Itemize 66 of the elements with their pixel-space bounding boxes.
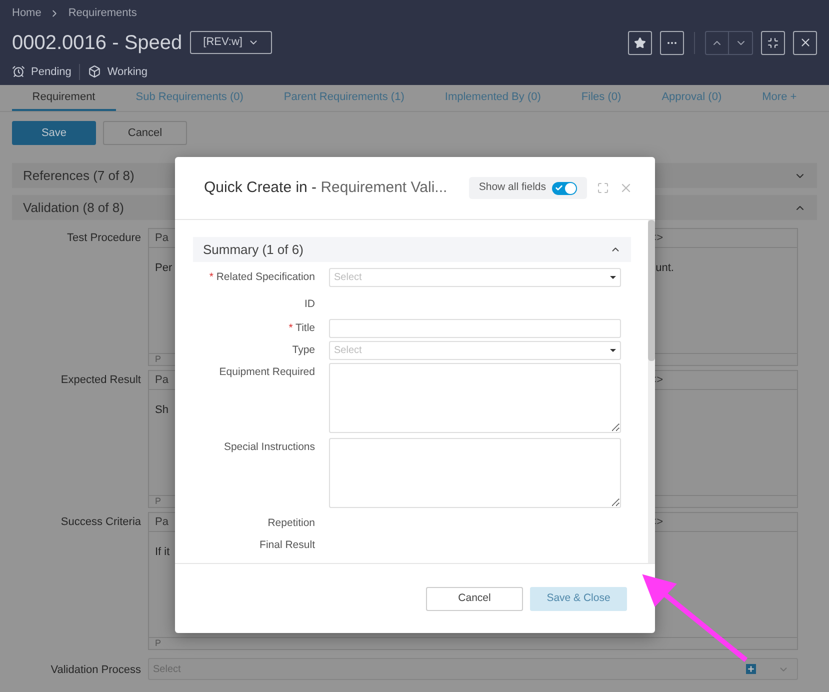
field-label: Type [291, 343, 316, 358]
save-button[interactable]: Save [12, 121, 96, 145]
field-label: ID [304, 297, 316, 312]
dropdown-arrow-icon [610, 349, 616, 352]
paragraph-format-dropdown[interactable]: Pa [155, 230, 168, 246]
alarm-clock-icon [12, 65, 25, 78]
tab[interactable]: More + [742, 85, 817, 111]
text-field[interactable] [329, 319, 621, 338]
select-field[interactable]: Select [329, 341, 621, 360]
field-label: Validation Process [50, 662, 142, 678]
paragraph-format-dropdown[interactable]: Pa [155, 372, 168, 388]
field-label: Repetition [266, 516, 316, 531]
paragraph-format-dropdown[interactable]: Pa [155, 514, 168, 530]
maximize-icon[interactable] [597, 182, 609, 194]
tab[interactable]: Requirement [12, 85, 116, 111]
element-path: P [155, 494, 162, 508]
show-all-fields-toggle[interactable]: Show all fields [468, 177, 587, 199]
dialog-title: Quick Create in - Requirement Vali... [204, 178, 448, 198]
select-field[interactable]: Select [329, 268, 621, 287]
close-icon[interactable] [619, 181, 633, 195]
cancel-button[interactable]: Cancel [426, 586, 523, 610]
editor-text: Sh [155, 403, 168, 418]
collapse-icon [767, 36, 779, 48]
tab[interactable]: Implemented By (0) [424, 85, 562, 111]
status-label: Working [107, 64, 148, 80]
close-icon [798, 36, 812, 49]
add-icon[interactable] [746, 664, 756, 674]
tab[interactable]: Approval (0) [641, 85, 742, 111]
field-label: Special Instructions [222, 440, 316, 455]
text-area[interactable] [329, 438, 621, 508]
field-label: Final Result [258, 538, 316, 553]
field-label: Test Procedure [66, 231, 142, 246]
dropdown-arrow-icon [610, 276, 616, 279]
check-icon [555, 184, 563, 192]
field-label: Expected Result [60, 373, 142, 388]
tab[interactable]: Files (0) [561, 85, 642, 111]
element-path: P [155, 352, 162, 366]
tab[interactable]: Sub Requirements (0) [116, 85, 264, 111]
close-button[interactable] [793, 30, 817, 54]
text-area[interactable] [329, 363, 621, 433]
section-header[interactable]: Summary (1 of 6) [193, 237, 631, 262]
toggle-switch[interactable] [552, 182, 577, 194]
scrollbar[interactable] [648, 220, 655, 563]
star-icon [634, 36, 646, 48]
status-label: Pending [31, 64, 72, 80]
favorite-button[interactable] [628, 30, 652, 54]
field-label: Success Criteria [60, 515, 142, 530]
field-label: Equipment Required [218, 365, 316, 380]
editor-text: If it [155, 545, 170, 560]
revision-dropdown[interactable]: [REV:w] [190, 31, 272, 54]
plus-icon [747, 665, 755, 673]
editor-text: unt. [656, 261, 674, 276]
previous-button[interactable] [705, 30, 729, 54]
cancel-button[interactable]: Cancel [103, 121, 187, 145]
collapse-button[interactable] [761, 30, 785, 54]
cube-icon [88, 65, 102, 78]
more-button[interactable] [660, 30, 684, 54]
page-title: 0002.0016 - Speed [12, 30, 182, 56]
tab[interactable]: Parent Requirements (1) [264, 85, 425, 111]
field-label: * Related Specification [208, 270, 316, 285]
element-path: P [155, 636, 162, 650]
field-label: * Title [288, 321, 316, 336]
breadcrumb-link[interactable]: Home [12, 5, 42, 22]
breadcrumb-link[interactable]: Requirements [68, 5, 137, 22]
editor-text: Per [155, 261, 172, 276]
next-button[interactable] [729, 30, 753, 54]
